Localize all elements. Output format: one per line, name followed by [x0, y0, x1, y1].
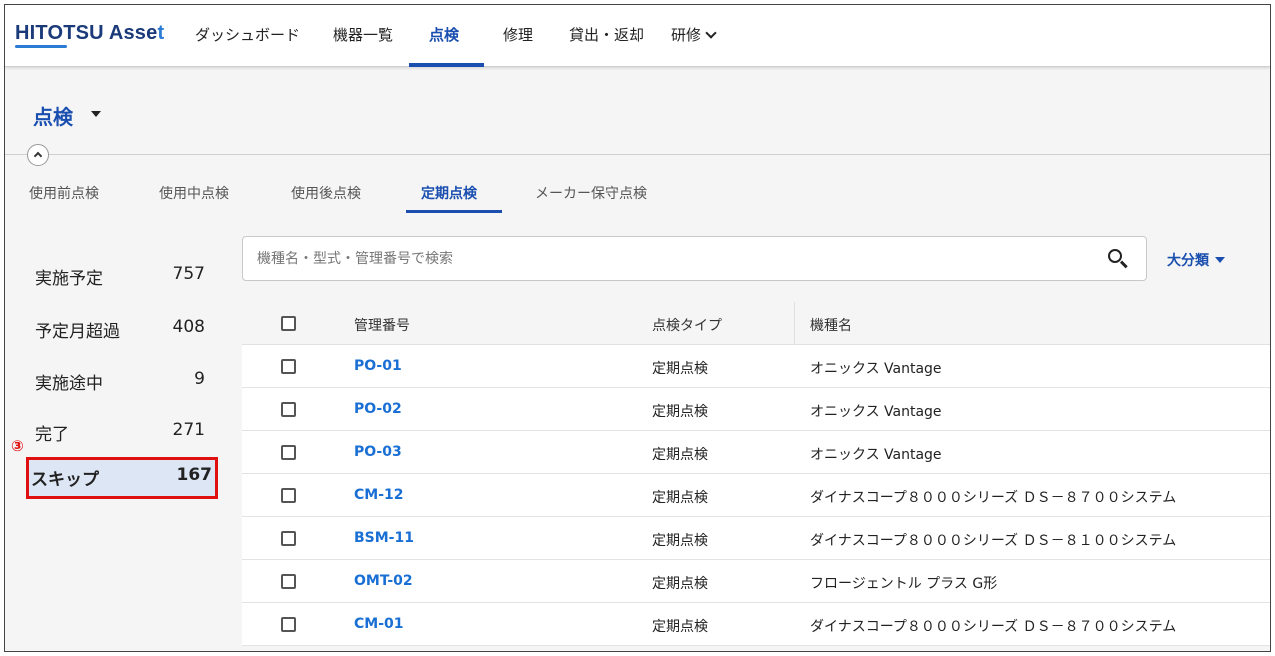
- status-label: 実施予定: [35, 269, 103, 289]
- tab-periodic[interactable]: 定期点検: [421, 183, 477, 203]
- asset-id-link[interactable]: PO-03: [354, 444, 402, 460]
- asset-id-link[interactable]: CM-01: [354, 616, 404, 632]
- inspection-table: 管理番号 点検タイプ 機種名 PO-01 定期点検 オニックス Vantage …: [242, 302, 1270, 646]
- header-id[interactable]: 管理番号: [354, 315, 410, 335]
- status-label: 予定月超過: [35, 322, 120, 342]
- header-type[interactable]: 点検タイプ: [652, 315, 722, 335]
- row-checkbox[interactable]: [281, 488, 296, 503]
- chevron-down-icon: [705, 27, 717, 39]
- table-row[interactable]: OMT-02 定期点検 フロージェントル プラス G形: [242, 560, 1270, 603]
- status-scheduled[interactable]: 実施予定 757: [31, 256, 211, 292]
- category-dropdown[interactable]: 大分類: [1167, 250, 1225, 270]
- tab-post-use[interactable]: 使用後点検: [291, 183, 361, 203]
- asset-id-link[interactable]: CM-12: [354, 487, 404, 503]
- status-count: 757: [172, 264, 205, 284]
- status-completed[interactable]: 完了 271: [31, 412, 211, 448]
- status-label: 完了: [35, 425, 69, 445]
- nav-lending-return[interactable]: 貸出・返却: [569, 24, 644, 45]
- model-name: ダイナスコープ８０００シリーズ ＤＳ－８７００システム: [810, 619, 1177, 635]
- status-count: 408: [172, 317, 205, 337]
- nav-inspection[interactable]: 点検: [429, 24, 459, 45]
- search-box: [242, 236, 1147, 281]
- select-all-checkbox[interactable]: [281, 316, 296, 331]
- app-logo[interactable]: HITOTSU Asset: [15, 22, 164, 45]
- table-row[interactable]: PO-01 定期点検 オニックス Vantage: [242, 345, 1270, 388]
- nav-equipment-list[interactable]: 機器一覧: [333, 24, 393, 45]
- chevron-up-icon: [33, 151, 43, 161]
- row-checkbox[interactable]: [281, 402, 296, 417]
- row-checkbox[interactable]: [281, 617, 296, 632]
- asset-id-link[interactable]: PO-01: [354, 358, 402, 374]
- model-name: オニックス Vantage: [810, 361, 942, 377]
- search-icon[interactable]: [1108, 249, 1128, 269]
- table-row[interactable]: CM-01 定期点検 ダイナスコープ８０００シリーズ ＤＳ－８７００システム: [242, 603, 1270, 646]
- status-in-progress[interactable]: 実施途中 9: [31, 361, 211, 397]
- asset-id-link[interactable]: PO-02: [354, 401, 402, 417]
- asset-id-link[interactable]: OMT-02: [354, 573, 413, 589]
- header-model[interactable]: 機種名: [810, 315, 852, 335]
- inspection-type: 定期点検: [652, 619, 708, 635]
- table-row[interactable]: CM-12 定期点検 ダイナスコープ８０００シリーズ ＤＳ－８７００システム: [242, 474, 1270, 517]
- inspection-type: 定期点検: [652, 361, 708, 377]
- tab-maker-maintenance[interactable]: メーカー保守点検: [535, 183, 647, 203]
- model-name: ダイナスコープ８０００シリーズ ＤＳ－８７００システム: [810, 490, 1177, 506]
- table-row[interactable]: PO-03 定期点検 オニックス Vantage: [242, 431, 1270, 474]
- model-name: オニックス Vantage: [810, 447, 942, 463]
- page-title[interactable]: 点検: [33, 101, 73, 130]
- caret-down-icon: [1215, 257, 1225, 263]
- status-label: 実施途中: [35, 374, 103, 394]
- annotation-marker: ③: [11, 437, 24, 455]
- caret-down-icon[interactable]: [91, 111, 101, 117]
- app-frame: HITOTSU Asset ダッシュボード 機器一覧 点検 修理 貸出・返却 研…: [4, 4, 1271, 652]
- search-input[interactable]: [257, 248, 1077, 270]
- inspection-type: 定期点検: [652, 490, 708, 506]
- inspection-type: 定期点検: [652, 533, 708, 549]
- table-header: 管理番号 点検タイプ 機種名: [242, 302, 1270, 345]
- asset-id-link[interactable]: BSM-11: [354, 530, 414, 546]
- tab-active-indicator: [406, 210, 502, 213]
- nav-training[interactable]: 研修: [671, 24, 717, 45]
- model-name: フロージェントル プラス G形: [810, 576, 998, 592]
- divider: [5, 154, 1270, 155]
- status-count: 271: [172, 420, 205, 440]
- table-row[interactable]: BSM-11 定期点検 ダイナスコープ８０００シリーズ ＤＳ－８１００システム: [242, 517, 1270, 560]
- nav-active-indicator: [409, 63, 484, 67]
- row-checkbox[interactable]: [281, 574, 296, 589]
- status-skipped[interactable]: スキップ 167: [26, 457, 218, 499]
- column-divider: [794, 302, 795, 345]
- inspection-type: 定期点検: [652, 447, 708, 463]
- row-checkbox[interactable]: [281, 531, 296, 546]
- status-count: 9: [194, 369, 205, 389]
- status-overdue[interactable]: 予定月超過 408: [31, 309, 211, 345]
- collapse-button[interactable]: [27, 144, 49, 166]
- row-checkbox[interactable]: [281, 359, 296, 374]
- nav-dashboard[interactable]: ダッシュボード: [195, 24, 300, 45]
- nav-repair[interactable]: 修理: [503, 24, 533, 45]
- model-name: ダイナスコープ８０００シリーズ ＤＳ－８１００システム: [810, 533, 1177, 549]
- logo-swoosh: [15, 45, 67, 48]
- inspection-type: 定期点検: [652, 404, 708, 420]
- status-count: 167: [176, 465, 213, 485]
- table-row[interactable]: PO-02 定期点検 オニックス Vantage: [242, 388, 1270, 431]
- tab-in-use[interactable]: 使用中点検: [159, 183, 229, 203]
- top-nav: HITOTSU Asset ダッシュボード 機器一覧 点検 修理 貸出・返却 研…: [5, 5, 1270, 67]
- tab-pre-use[interactable]: 使用前点検: [29, 183, 99, 203]
- status-label: スキップ: [31, 470, 99, 490]
- row-checkbox[interactable]: [281, 445, 296, 460]
- inspection-type: 定期点検: [652, 576, 708, 592]
- model-name: オニックス Vantage: [810, 404, 942, 420]
